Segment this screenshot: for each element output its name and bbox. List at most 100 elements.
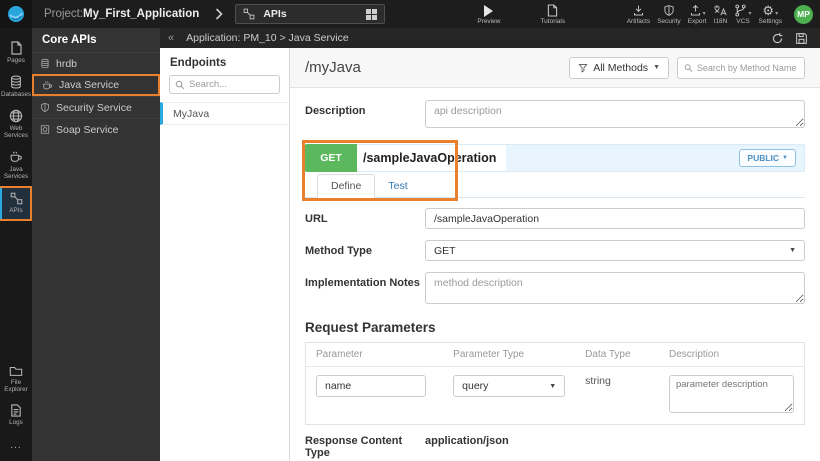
sidebar-item-apis[interactable]: APIs <box>0 186 32 221</box>
apis-tab-label: APIs <box>263 8 287 20</box>
project-label: Project:My_First_Application <box>44 8 200 20</box>
shield-icon <box>664 4 674 16</box>
table-header-row: Parameter Parameter Type Data Type Descr… <box>305 342 805 367</box>
data-type-value: string <box>585 375 611 387</box>
export-button[interactable]: ▾ Export <box>688 4 706 25</box>
main-header: /myJava All Methods ▼ <box>290 48 820 88</box>
sidebar-item-pages[interactable]: Pages <box>0 36 32 70</box>
caret-down-icon: ▼ <box>653 64 660 71</box>
endpoints-panel: Endpoints MyJava <box>160 48 290 461</box>
soap-service-icon <box>40 125 50 134</box>
core-apis-item-soap-service[interactable]: Soap Service <box>32 118 160 140</box>
search-icon <box>684 63 693 72</box>
method-type-label: Method Type <box>305 245 373 257</box>
caret-down-icon: ▾ <box>775 10 779 17</box>
core-apis-item-java-service[interactable]: Java Service <box>32 74 160 96</box>
security-button[interactable]: Security <box>657 4 681 25</box>
method-search-input[interactable] <box>696 62 798 73</box>
app-body: Pages Databases Web Services Java Servic… <box>0 28 820 461</box>
url-input[interactable] <box>425 208 805 229</box>
core-apis-item-hrdb[interactable]: hrdb <box>32 52 160 74</box>
endpoint-item-myjava[interactable]: MyJava <box>160 102 289 125</box>
method-search[interactable] <box>677 56 805 79</box>
preview-button[interactable]: Preview <box>477 4 500 25</box>
url-row: URL <box>305 208 805 229</box>
core-apis-title: Core APIs <box>42 34 97 46</box>
core-apis-panel: Core APIs hrdb Java Service Security Ser… <box>32 28 160 461</box>
shield-icon <box>41 103 49 112</box>
operation-header[interactable]: GET /sampleJavaOperation PUBLIC ▼ <box>305 144 805 172</box>
app-logo[interactable] <box>0 0 32 28</box>
lower-area: Endpoints MyJava /myJava <box>160 48 820 461</box>
operation-block: GET /sampleJavaOperation PUBLIC ▼ Define… <box>302 140 805 201</box>
wavemaker-logo-icon <box>8 6 24 22</box>
url-label: URL <box>305 213 328 225</box>
page-icon <box>10 41 22 55</box>
branch-icon <box>735 4 747 16</box>
save-icon[interactable] <box>795 32 808 45</box>
parameter-description-textarea[interactable] <box>668 375 794 413</box>
tab-define[interactable]: Define <box>317 174 376 198</box>
parameter-row: query ▼ string <box>306 367 805 425</box>
chevron-right-icon <box>216 8 223 20</box>
translate-icon <box>714 4 728 15</box>
sidebar-item-web-services[interactable]: Web Services <box>0 104 32 145</box>
parameter-name-input[interactable] <box>316 375 426 397</box>
endpoints-search-input[interactable] <box>189 79 269 90</box>
topbar-center-group: Preview Tutorials <box>477 3 565 25</box>
main-panel: /myJava All Methods ▼ Search by Method N… <box>290 48 820 461</box>
apis-workspace-tab[interactable]: APIs <box>235 4 386 24</box>
gear-icon: ⚙ <box>762 2 775 18</box>
i18n-button[interactable]: I18N <box>713 4 727 25</box>
http-method-badge[interactable]: GET <box>305 144 357 172</box>
artifacts-button[interactable]: Artifacts <box>627 4 650 25</box>
response-content-type-value: application/json <box>425 435 509 447</box>
impl-notes-textarea[interactable] <box>425 272 805 304</box>
impl-notes-label: Implementation Notes <box>305 277 420 289</box>
settings-button[interactable]: ⚙ ▾ Settings <box>759 4 783 25</box>
description-row: Description <box>305 100 805 133</box>
method-type-select[interactable]: GET ▼ <box>425 240 805 261</box>
right-area: « Application: PM_10 > Java Service Endp… <box>160 28 820 461</box>
caret-down-icon: ▾ <box>702 10 706 17</box>
coffee-cup-icon <box>10 151 22 162</box>
tab-test[interactable]: Test <box>375 175 420 197</box>
operation-path[interactable]: /sampleJavaOperation <box>357 145 507 171</box>
all-methods-dropdown[interactable]: All Methods ▼ <box>569 56 669 79</box>
collapse-panel-icon[interactable]: « <box>168 32 174 44</box>
refresh-icon[interactable] <box>771 32 784 45</box>
response-content-type-label: Response Content Type <box>305 435 403 459</box>
sidebar-item-file-explorer[interactable]: File Explorer <box>0 360 32 399</box>
description-textarea[interactable] <box>425 100 805 128</box>
sidebar-item-databases[interactable]: Databases <box>0 70 32 104</box>
core-apis-item-security-service[interactable]: Security Service <box>32 96 160 118</box>
topbar-right-group: Artifacts Security ▾ Export I18N ▾ VCS ⚙… <box>627 4 820 25</box>
sidebar-item-java-services[interactable]: Java Services <box>0 145 32 186</box>
request-parameters-title: Request Parameters <box>305 320 436 335</box>
parameter-type-select[interactable]: query ▼ <box>453 375 566 397</box>
api-node-icon <box>243 8 255 20</box>
search-icon <box>175 80 185 89</box>
caret-down-icon: ▼ <box>789 247 796 254</box>
sidebar-item-logs[interactable]: Logs <box>0 399 32 432</box>
operation-tabs: Define Test <box>305 172 805 198</box>
breadcrumb-bar: « Application: PM_10 > Java Service <box>160 28 820 48</box>
sidebar-more-button[interactable]: ... <box>10 432 21 461</box>
api-node-icon <box>10 192 22 205</box>
response-content-type-row: Response Content Type application/json <box>305 435 805 459</box>
description-label: Description <box>305 105 366 117</box>
visibility-dropdown[interactable]: PUBLIC ▼ <box>739 149 796 167</box>
log-file-icon <box>11 404 21 417</box>
globe-icon <box>9 109 23 123</box>
vcs-button[interactable]: ▾ VCS <box>734 4 752 25</box>
folder-icon <box>9 366 23 376</box>
caret-down-icon: ▼ <box>782 155 788 161</box>
top-bar: Project:My_First_Application APIs Previe… <box>0 0 820 28</box>
api-detail-content: Description GET /sampleJavaOperation PUB <box>290 88 820 461</box>
caret-down-icon: ▼ <box>549 382 557 390</box>
user-avatar[interactable]: MP <box>794 4 813 24</box>
coffee-cup-icon <box>43 80 53 89</box>
grid-icon[interactable] <box>366 8 378 20</box>
endpoints-search[interactable] <box>169 75 280 94</box>
tutorials-button[interactable]: Tutorials <box>540 3 565 25</box>
